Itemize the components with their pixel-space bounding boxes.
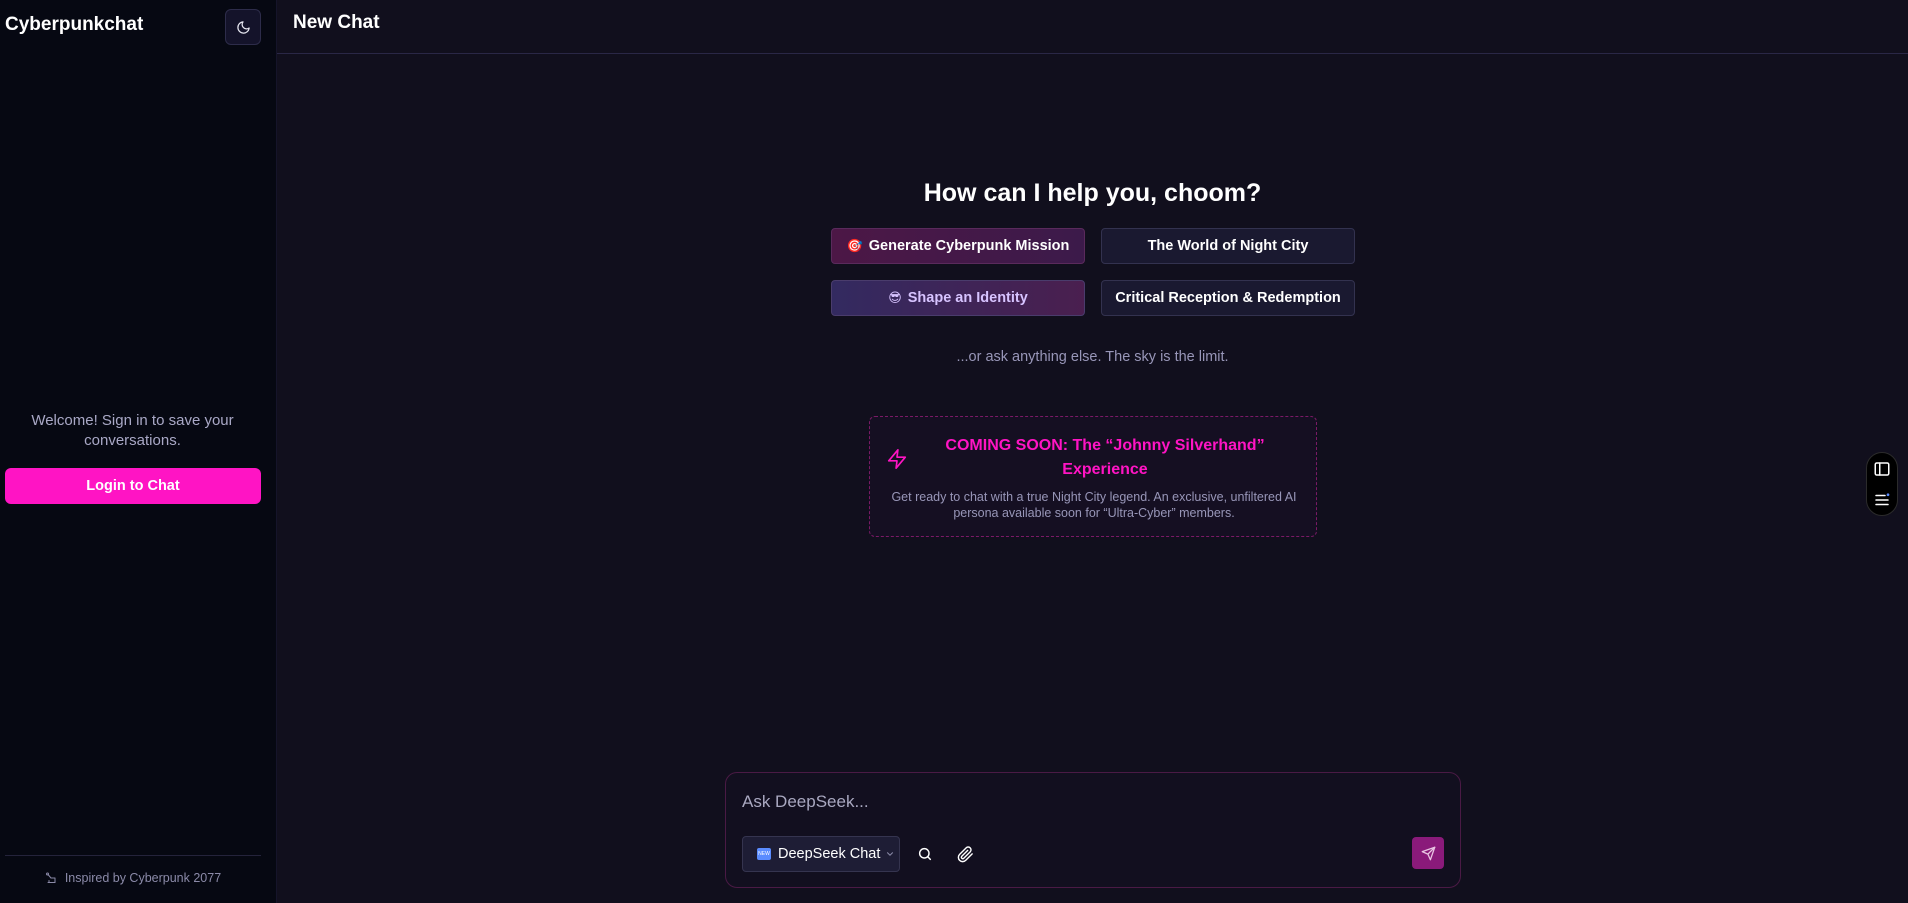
model-label: DeepSeek Chat: [778, 846, 881, 862]
hero-title: How can I help you, choom?: [923, 179, 1262, 207]
welcome-text: Welcome! Sign in to save your conversati…: [31, 412, 234, 449]
disguise-icon: 😎: [888, 290, 902, 305]
sidebar-panel-icon[interactable]: [1873, 460, 1891, 478]
chat-composer: NEW DeepSeek Chat: [725, 772, 1461, 888]
menu-list-icon[interactable]: [1873, 491, 1891, 509]
floating-tools-widget: [1866, 452, 1898, 516]
coming-soon-card: COMING SOON: The “Johnny Silverhand” Exp…: [869, 416, 1317, 537]
sidebar-footer: Inspired by Cyberpunk 2077: [5, 871, 261, 885]
promo-text: Get ready to chat with a true Night City…: [891, 490, 1297, 520]
search-icon: [918, 847, 932, 861]
suggestion-generate-mission-button[interactable]: 🎯 Generate Cyberpunk Mission: [831, 228, 1085, 264]
hint-text: ...or ask anything else. The sky is the …: [956, 349, 1229, 365]
footer-text: Inspired by Cyberpunk 2077: [64, 871, 222, 885]
chevron-down-icon: [886, 852, 894, 856]
suggestion-label: Shape an Identity: [907, 290, 1028, 306]
message-input[interactable]: [742, 789, 1432, 815]
lightning-icon: [887, 449, 907, 469]
suggestion-label: The World of Night City: [1147, 238, 1309, 254]
header: New Chat: [277, 0, 1908, 54]
brand-title: Cyberpunkchat: [5, 14, 144, 35]
sidebar-divider: [5, 855, 261, 856]
robot-arm-icon: [45, 872, 56, 883]
target-icon: 🎯: [846, 238, 863, 253]
model-select[interactable]: NEW DeepSeek Chat: [742, 836, 900, 872]
suggestion-world-night-city-button[interactable]: The World of Night City: [1101, 228, 1355, 264]
sidebar: Cyberpunkchat Welcome! Sign in to save y…: [0, 0, 277, 903]
attach-file-button[interactable]: [953, 842, 977, 866]
send-icon: [1421, 846, 1435, 860]
login-button[interactable]: Login to Chat: [5, 468, 261, 504]
page-title: New Chat: [293, 12, 380, 33]
web-search-button[interactable]: [913, 842, 937, 866]
promo-title: COMING SOON: The “Johnny Silverhand” Exp…: [945, 437, 1265, 478]
suggestion-label: Critical Reception & Redemption: [1115, 290, 1341, 306]
theme-toggle-button[interactable]: [225, 9, 261, 45]
suggestion-label: Generate Cyberpunk Mission: [868, 238, 1070, 254]
model-badge-icon: NEW: [757, 848, 771, 860]
suggestion-shape-identity-button[interactable]: 😎 Shape an Identity: [831, 280, 1085, 316]
moon-icon: [236, 20, 250, 34]
send-button[interactable]: [1412, 837, 1444, 869]
suggestion-critical-reception-button[interactable]: Critical Reception & Redemption: [1101, 280, 1355, 316]
paperclip-icon: [957, 845, 973, 862]
